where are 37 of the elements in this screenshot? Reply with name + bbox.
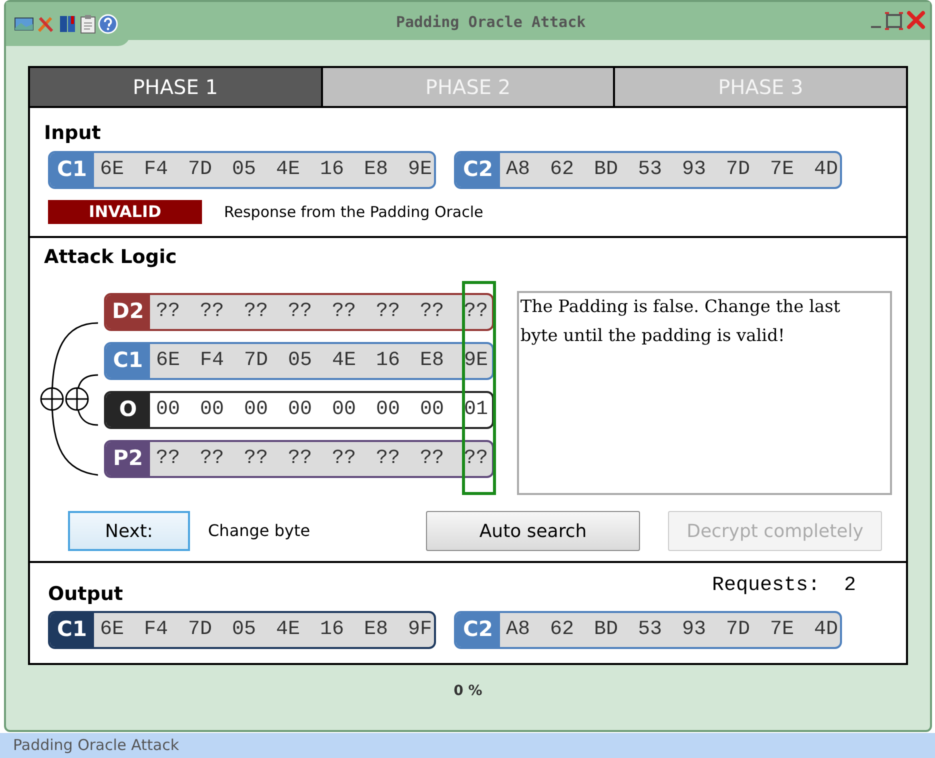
hex-value: A8 62 BD 53 93 7D 7E 4D xyxy=(505,617,840,643)
hex-value: 6E F4 7D 05 4E 16 E8 9F xyxy=(99,617,434,643)
message-box: The Padding is false. Change the last byte until the padding is valid! xyxy=(517,291,892,495)
book-icon[interactable] xyxy=(58,14,78,34)
block-label: C2 xyxy=(456,153,500,187)
hex-value: 6E F4 7D 05 4E 16 E8 9E xyxy=(155,348,490,374)
section-title: Input xyxy=(44,124,102,143)
response-caption: Response from the Padding Oracle xyxy=(224,202,484,223)
clipboard-icon[interactable] xyxy=(80,14,96,34)
block-label: C1 xyxy=(50,153,94,187)
action-button[interactable]: Auto search xyxy=(426,511,640,551)
maximize-icon[interactable] xyxy=(884,12,904,30)
block-label: D2 xyxy=(106,295,150,329)
phase-tab[interactable]: PHASE 1 xyxy=(30,68,321,106)
next-button[interactable]: Next: xyxy=(68,511,190,551)
requests-counter: Requests: 2 xyxy=(712,573,856,599)
block-label: C1 xyxy=(106,344,150,378)
picture-icon[interactable] xyxy=(14,16,34,32)
block-label: O xyxy=(106,393,150,427)
status-bar: Padding Oracle Attack xyxy=(0,733,935,758)
hex-value: 6E F4 7D 05 4E 16 E8 9E xyxy=(99,157,434,183)
hex-value: A8 62 BD 53 93 7D 7E 4D xyxy=(505,157,840,183)
block-label: P2 xyxy=(106,442,150,476)
hex-value: ?? ?? ?? ?? ?? ?? ?? ?? xyxy=(155,446,490,472)
tools-icon[interactable] xyxy=(36,14,56,34)
progress-text: 0 % xyxy=(452,682,484,701)
next-caption: Change byte xyxy=(208,520,310,542)
section-title: Attack Logic xyxy=(44,248,178,267)
section-title: Output xyxy=(48,585,123,604)
hex-value: ?? ?? ?? ?? ?? ?? ?? ?? xyxy=(155,299,490,325)
close-icon[interactable] xyxy=(906,10,926,30)
block-label: C1 xyxy=(50,613,94,647)
hex-value: 00 00 00 00 00 00 00 01 xyxy=(155,397,490,423)
oracle-response-badge: INVALID xyxy=(48,200,202,224)
block-label: C2 xyxy=(456,613,500,647)
help-icon[interactable] xyxy=(98,14,118,34)
window-title: Padding Oracle Attack xyxy=(396,12,586,33)
